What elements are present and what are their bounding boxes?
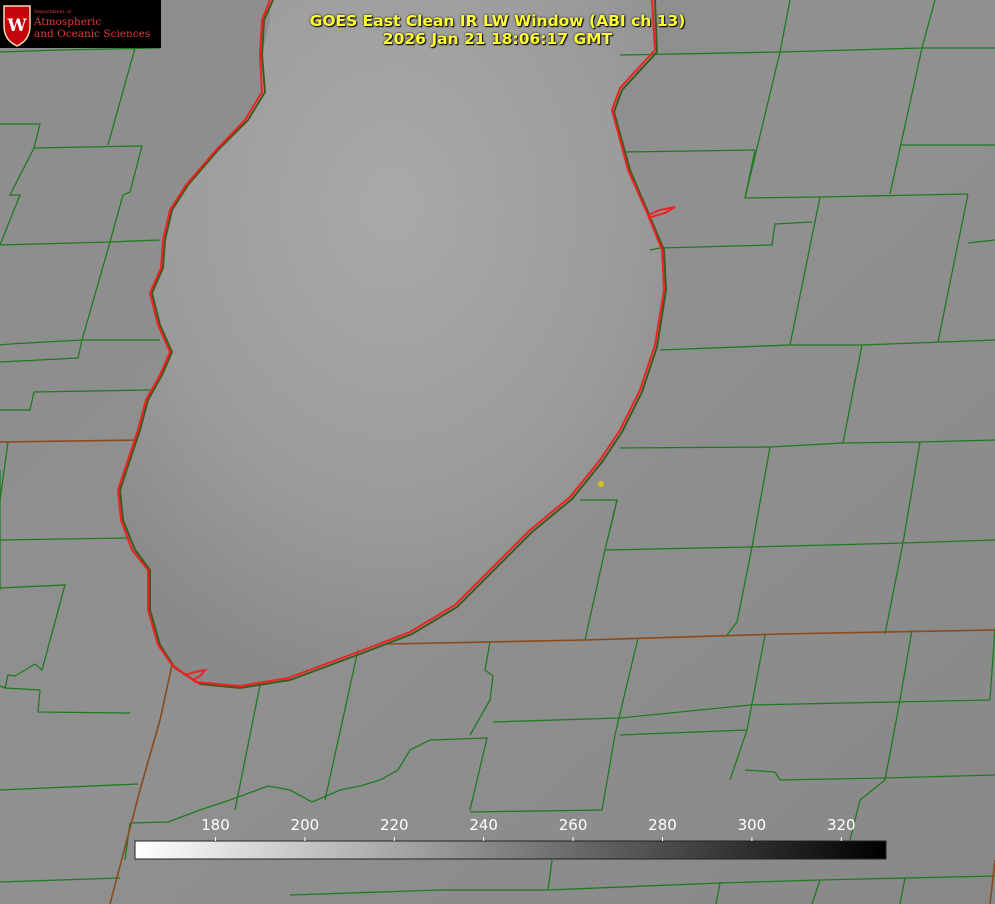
- title-timestamp: 2026 Jan 21 18:06:17 GMT: [382, 30, 613, 48]
- colorbar-tick-label: 240: [469, 816, 498, 834]
- colorbar-tick-label: 180: [201, 816, 230, 834]
- colorbar-tick-label: 300: [738, 816, 767, 834]
- location-marker: [598, 481, 604, 487]
- colorbar-tick-label: 220: [380, 816, 409, 834]
- satellite-map: 180 200 220 240 260 280 300 320: [0, 0, 995, 904]
- colorbar-tick-label: 320: [827, 816, 856, 834]
- title-product: GOES East Clean IR LW Window (ABI ch 13): [309, 12, 686, 30]
- colorbar-tick-label: 260: [559, 816, 588, 834]
- colorbar-tick-label: 200: [291, 816, 320, 834]
- colorbar-tick-label: 280: [648, 816, 677, 834]
- colorbar: [134, 840, 887, 860]
- image-title: GOES East Clean IR LW Window (ABI ch 13)…: [0, 12, 995, 48]
